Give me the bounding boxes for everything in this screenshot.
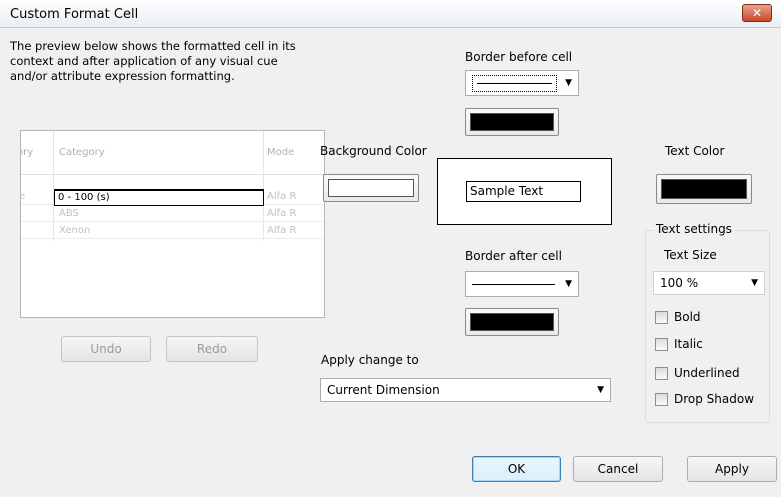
- border-after-color-button[interactable]: [465, 308, 559, 336]
- apply-change-select[interactable]: Current Dimension ▼: [320, 378, 611, 402]
- grid-cell: Alfa R: [267, 225, 297, 236]
- table-row: Xenon Alfa R: [21, 223, 324, 239]
- text-color-swatch: [661, 179, 747, 199]
- text-size-value: 100 %: [660, 276, 699, 290]
- chevron-down-icon: ▼: [565, 279, 572, 289]
- apply-button[interactable]: Apply: [687, 456, 777, 482]
- grid-cell: ABS: [59, 208, 79, 219]
- border-style-preview: [472, 74, 558, 92]
- preview-grid: ory Category Mode e Alfa R ABS Alfa R Xe…: [20, 130, 325, 318]
- italic-checkbox[interactable]: [655, 338, 668, 351]
- border-before-select[interactable]: ▼: [465, 70, 579, 96]
- bold-checkbox[interactable]: [655, 311, 668, 324]
- border-before-color-swatch: [470, 113, 554, 131]
- underlined-checkbox[interactable]: [655, 367, 668, 380]
- grid-cell: Alfa R: [267, 191, 297, 202]
- italic-label: Italic: [674, 337, 703, 351]
- grid-header-cell: Mode: [267, 147, 295, 158]
- apply-change-value: Current Dimension: [327, 383, 440, 397]
- drop-shadow-label: Drop Shadow: [674, 392, 755, 406]
- chevron-down-icon: ▼: [565, 78, 572, 88]
- border-after-color-swatch: [470, 313, 554, 331]
- border-after-select[interactable]: ▼: [465, 271, 579, 297]
- text-size-label: Text Size: [664, 248, 717, 262]
- grid-cell: Xenon: [59, 225, 91, 236]
- grid-cell: Alfa R: [267, 208, 297, 219]
- text-color-label: Text Color: [665, 144, 725, 158]
- table-row: ABS Alfa R: [21, 206, 324, 222]
- drop-shadow-checkbox[interactable]: [655, 393, 668, 406]
- close-icon: ✕: [751, 6, 763, 20]
- grid-header-cell: ory: [21, 147, 34, 158]
- background-color-swatch: [328, 179, 414, 197]
- text-color-button[interactable]: [656, 174, 752, 204]
- window-title: Custom Format Cell: [10, 7, 139, 22]
- text-size-select[interactable]: 100 % ▼: [653, 271, 765, 295]
- border-before-label: Border before cell: [465, 50, 573, 64]
- cancel-button[interactable]: Cancel: [573, 456, 663, 482]
- chevron-down-icon: ▼: [751, 278, 758, 288]
- border-after-label: Border after cell: [465, 249, 562, 263]
- apply-change-label: Apply change to: [321, 353, 419, 367]
- format-preview: Sample Text: [437, 158, 612, 225]
- grid-header-cell: Category: [59, 147, 105, 158]
- selected-cell: 0 - 100 (s): [54, 189, 264, 206]
- undo-button[interactable]: Undo: [61, 336, 151, 362]
- background-color-button[interactable]: [323, 174, 419, 202]
- sample-text: Sample Text: [466, 181, 581, 202]
- border-style-preview: [472, 283, 556, 285]
- chevron-down-icon: ▼: [597, 385, 604, 395]
- border-before-color-button[interactable]: [465, 108, 559, 136]
- redo-button[interactable]: Redo: [166, 336, 258, 362]
- ok-button[interactable]: OK: [472, 456, 561, 482]
- bold-label: Bold: [674, 310, 701, 324]
- close-button[interactable]: ✕: [742, 4, 772, 22]
- preview-description: The preview below shows the formatted ce…: [10, 39, 296, 83]
- underlined-label: Underlined: [674, 366, 740, 380]
- text-settings-legend: Text settings: [653, 222, 735, 236]
- grid-cell: e: [21, 191, 25, 202]
- background-color-label: Background Color: [320, 144, 427, 158]
